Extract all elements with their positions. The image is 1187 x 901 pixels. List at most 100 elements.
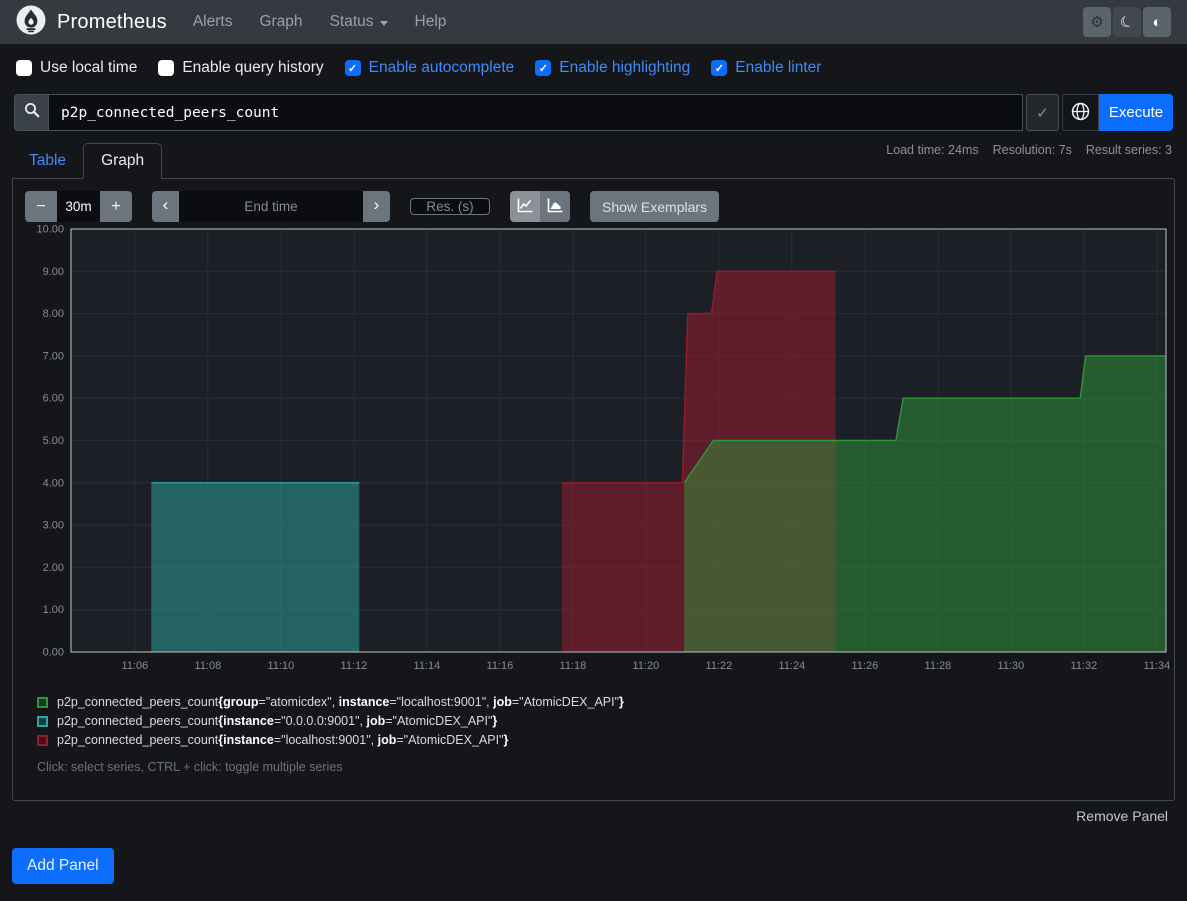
- checked-checkbox-icon[interactable]: ✓: [345, 60, 361, 76]
- x-tick-label: 11:26: [852, 660, 879, 672]
- execute-button[interactable]: Execute: [1099, 94, 1173, 131]
- tab-graph[interactable]: Graph: [83, 143, 162, 179]
- y-tick-label: 0.00: [43, 647, 64, 659]
- tabs-row: Table Graph Load time: 24ms Resolution: …: [12, 143, 1175, 178]
- navbar-actions: ⚙ ☾ ◐: [1083, 7, 1171, 37]
- option-label: Enable autocomplete: [369, 59, 515, 77]
- y-tick-label: 7.00: [43, 350, 64, 362]
- add-panel-button[interactable]: Add Panel: [12, 848, 114, 884]
- y-tick-label: 2.00: [43, 562, 64, 574]
- result-series: Result series: 3: [1086, 143, 1172, 157]
- auto-theme-button[interactable]: ◐: [1143, 7, 1171, 37]
- unchecked-checkbox-icon[interactable]: [16, 60, 32, 76]
- graph-type-toggle: [510, 191, 570, 222]
- navbar: Prometheus Alerts Graph Status Help ⚙ ☾ …: [0, 0, 1187, 44]
- gear-icon: ⚙: [1090, 13, 1103, 31]
- prometheus-brand[interactable]: Prometheus: [16, 5, 167, 40]
- remove-panel-link[interactable]: Remove Panel: [1076, 808, 1168, 824]
- range-control: − +: [25, 191, 132, 222]
- option-enable-highlighting[interactable]: ✓ Enable highlighting: [535, 59, 690, 77]
- legend-item[interactable]: p2p_connected_peers_count{instance="0.0.…: [37, 714, 1164, 728]
- stacked-graph-button[interactable]: [540, 191, 570, 222]
- resolution: Resolution: 7s: [993, 143, 1072, 157]
- remove-panel-row: Remove Panel: [0, 808, 1168, 826]
- x-tick-label: 11:12: [341, 660, 368, 672]
- checked-checkbox-icon[interactable]: ✓: [711, 60, 727, 76]
- x-tick-label: 11:34: [1144, 660, 1171, 672]
- x-tick-label: 11:16: [487, 660, 514, 672]
- check-icon: ✓: [1036, 105, 1049, 122]
- moon-icon: ☾: [1117, 11, 1137, 33]
- series-label: p2p_connected_peers_count{instance="0.0.…: [57, 714, 497, 728]
- option-label: Enable linter: [735, 59, 821, 77]
- legend: p2p_connected_peers_count{group="atomicd…: [37, 695, 1164, 747]
- nav-links: Alerts Graph Status Help: [193, 13, 447, 31]
- autocomplete-confirm-button[interactable]: ✓: [1026, 94, 1059, 131]
- option-enable-autocomplete[interactable]: ✓ Enable autocomplete: [345, 59, 515, 77]
- series-swatch-icon: [37, 735, 48, 746]
- y-tick-label: 9.00: [43, 266, 64, 278]
- query-bar: ✓ Execute: [14, 94, 1173, 131]
- option-use-local-time[interactable]: Use local time: [16, 59, 137, 77]
- endtime-control: ‹ ›: [152, 191, 390, 222]
- decrease-range-button[interactable]: −: [25, 191, 57, 222]
- nav-item-alerts[interactable]: Alerts: [193, 13, 233, 31]
- nav-item-help[interactable]: Help: [415, 13, 447, 31]
- series-label: p2p_connected_peers_count{instance="loca…: [57, 733, 508, 747]
- unchecked-checkbox-icon[interactable]: [158, 60, 174, 76]
- legend-hint: Click: select series, CTRL + click: togg…: [37, 760, 1164, 774]
- option-enable-query-history[interactable]: Enable query history: [158, 59, 323, 77]
- end-time-input[interactable]: [179, 191, 363, 222]
- y-tick-label: 6.00: [43, 393, 64, 405]
- y-tick-label: 3.00: [43, 520, 64, 532]
- x-tick-label: 11:10: [268, 660, 295, 672]
- line-chart-icon: [516, 197, 534, 217]
- tab-table[interactable]: Table: [12, 144, 83, 178]
- x-tick-label: 11:14: [414, 660, 441, 672]
- chevron-down-icon: [380, 21, 388, 26]
- graph-panel: − + ‹ ›: [12, 178, 1175, 801]
- time-back-button[interactable]: ‹: [152, 191, 179, 222]
- metrics-explorer-button[interactable]: [1062, 94, 1099, 131]
- query-stats: Load time: 24ms Resolution: 7s Result se…: [886, 143, 1175, 157]
- x-tick-label: 11:28: [925, 660, 952, 672]
- graph-canvas[interactable]: 0.00 1.00 2.00 3.00 4.00 5.00 6.00 7.00 8.00 9.00…: [23, 224, 1173, 674]
- series-swatch-icon: [37, 716, 48, 727]
- y-tick-label: 4.00: [43, 477, 64, 489]
- resolution-input[interactable]: [410, 198, 490, 215]
- time-forward-button[interactable]: ›: [363, 191, 390, 222]
- area-chart-icon: [546, 197, 564, 217]
- y-tick-label: 10.00: [36, 224, 64, 236]
- y-tick-label: 5.00: [43, 435, 64, 447]
- nav-item-status-label: Status: [330, 13, 374, 31]
- y-tick-label: 1.00: [43, 604, 64, 616]
- show-exemplars-button[interactable]: Show Exemplars: [590, 191, 719, 222]
- contrast-icon: ◐: [1152, 14, 1161, 31]
- x-tick-label: 11:22: [706, 660, 733, 672]
- increase-range-button[interactable]: +: [100, 191, 132, 222]
- settings-button[interactable]: ⚙: [1083, 7, 1111, 37]
- query-prepend: [14, 94, 48, 131]
- option-label: Use local time: [40, 59, 137, 77]
- x-tick-label: 11:18: [560, 660, 587, 672]
- y-tick-label: 8.00: [43, 308, 64, 320]
- series-area-0: [151, 483, 359, 652]
- graph-controls: − + ‹ ›: [25, 191, 1164, 222]
- legend-item[interactable]: p2p_connected_peers_count{group="atomicd…: [37, 695, 1164, 709]
- globe-icon: [1071, 102, 1090, 124]
- range-input[interactable]: [57, 191, 100, 222]
- checked-checkbox-icon[interactable]: ✓: [535, 60, 551, 76]
- line-graph-button[interactable]: [510, 191, 540, 222]
- option-label: Enable highlighting: [559, 59, 690, 77]
- search-icon: [24, 102, 40, 123]
- prometheus-logo-icon: [16, 5, 46, 40]
- x-tick-label: 11:30: [998, 660, 1025, 672]
- nav-item-status[interactable]: Status: [330, 13, 388, 31]
- expression-input[interactable]: [48, 94, 1023, 131]
- nav-item-graph[interactable]: Graph: [259, 13, 302, 31]
- option-label: Enable query history: [182, 59, 323, 77]
- option-enable-linter[interactable]: ✓ Enable linter: [711, 59, 821, 77]
- legend-item[interactable]: p2p_connected_peers_count{instance="loca…: [37, 733, 1164, 747]
- x-tick-label: 11:06: [122, 660, 149, 672]
- dark-theme-button[interactable]: ☾: [1113, 7, 1141, 37]
